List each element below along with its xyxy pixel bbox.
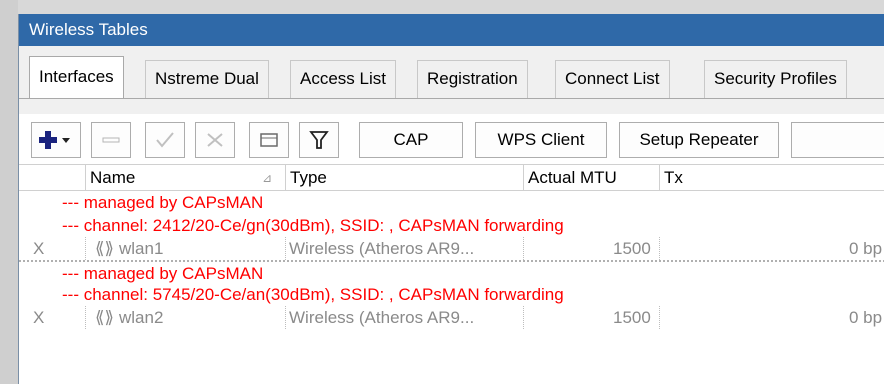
column-flag[interactable] — [19, 165, 85, 191]
interface-type: Wireless (Atheros AR9... — [289, 239, 475, 258]
interface-tx: 0 bp — [849, 308, 883, 327]
tab-bar: Interfaces Nstreme Dual Access List Regi… — [19, 46, 884, 114]
wireless-tables-window: Wireless Tables Interfaces Nstreme Dual … — [18, 14, 884, 384]
cap-button[interactable]: CAP — [359, 122, 463, 158]
comment-row[interactable]: --- managed by CAPsMAN — [19, 191, 884, 214]
more-button[interactable] — [791, 122, 884, 158]
wps-client-button[interactable]: WPS Client — [475, 122, 607, 158]
filter-button[interactable] — [299, 122, 339, 158]
interface-tx: 0 bp — [849, 239, 883, 258]
interface-mtu: 1500 — [613, 308, 651, 327]
enable-button[interactable] — [145, 122, 185, 158]
filter-icon — [309, 131, 329, 149]
plus-icon — [39, 131, 70, 149]
disabled-flag: X — [33, 239, 45, 258]
wireless-interface-icon: ⟪⟫ — [95, 308, 114, 327]
interface-mtu: 1500 — [613, 239, 651, 258]
table-header: Name ⊿ Type Actual MTU Tx — [19, 165, 884, 191]
minus-icon — [102, 137, 120, 143]
wireless-interface-icon: ⟪⟫ — [95, 239, 114, 258]
comment-row[interactable]: --- channel: 5745/20-Ce/an(30dBm), SSID:… — [19, 283, 884, 306]
comment-row[interactable]: --- managed by CAPsMAN — [19, 260, 884, 283]
disabled-flag: X — [33, 308, 45, 327]
remove-button[interactable] — [91, 122, 131, 158]
interface-name: wlan1 — [119, 239, 164, 258]
tab-nstreme-dual[interactable]: Nstreme Dual — [145, 60, 269, 98]
tab-connect-list[interactable]: Connect List — [555, 60, 670, 98]
tab-interfaces[interactable]: Interfaces — [29, 56, 124, 98]
interface-type: Wireless (Atheros AR9... — [289, 308, 475, 327]
column-tx[interactable]: Tx — [659, 165, 884, 191]
cross-icon — [207, 133, 223, 147]
note-icon — [260, 133, 278, 147]
column-name-label: Name — [90, 168, 136, 187]
add-button[interactable] — [31, 122, 81, 158]
tab-access-list[interactable]: Access List — [290, 60, 396, 98]
table-row-wlan1[interactable]: X ⟪⟫ wlan1 Wireless (Atheros AR9... 1500… — [19, 237, 884, 260]
sort-icon: ⊿ — [262, 171, 273, 185]
check-icon — [156, 132, 174, 148]
toolbar: CAP WPS Client Setup Repeater — [19, 114, 884, 164]
column-name[interactable]: Name ⊿ — [85, 165, 285, 191]
comment-row[interactable]: --- channel: 2412/20-Ce/gn(30dBm), SSID:… — [19, 214, 884, 237]
interfaces-table: Name ⊿ Type Actual MTU Tx --- managed by… — [19, 164, 884, 384]
tab-security-profiles[interactable]: Security Profiles — [704, 60, 847, 98]
interface-name: wlan2 — [119, 308, 164, 327]
tab-divider — [19, 98, 884, 99]
column-actual-mtu[interactable]: Actual MTU — [523, 165, 659, 191]
background-strip — [0, 0, 18, 384]
setup-repeater-button[interactable]: Setup Repeater — [619, 122, 779, 158]
disable-button[interactable] — [195, 122, 235, 158]
comment-button[interactable] — [249, 122, 289, 158]
table-row-wlan2[interactable]: X ⟪⟫ wlan2 Wireless (Atheros AR9... 1500… — [19, 306, 884, 329]
column-type[interactable]: Type — [285, 165, 523, 191]
window-title: Wireless Tables — [19, 14, 884, 46]
tab-registration[interactable]: Registration — [417, 60, 528, 98]
